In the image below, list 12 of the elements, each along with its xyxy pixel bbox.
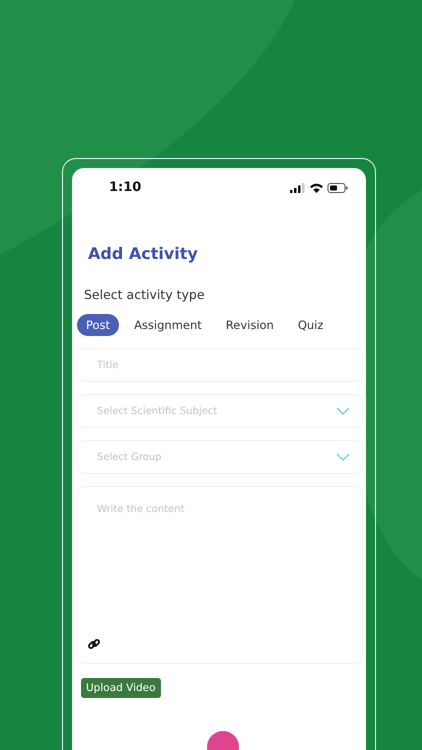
activity-type-tab[interactable]: Post <box>77 314 120 336</box>
activity-type-tab[interactable]: Quiz <box>288 314 332 336</box>
activity-type-tab[interactable]: Assignment <box>125 314 211 336</box>
link-icon[interactable] <box>87 637 101 651</box>
activity-type-tab[interactable]: Revision <box>216 314 283 336</box>
activity-type-label: Select activity type <box>84 287 206 302</box>
chevron-down-icon <box>336 453 350 461</box>
status-icons-drawing <box>290 182 348 194</box>
upload-video-button[interactable]: Upload Video <box>81 678 161 698</box>
chevron-down-icon <box>336 407 350 415</box>
status-time: 1:10 <box>109 180 142 195</box>
page-title: Add Activity <box>88 244 199 263</box>
